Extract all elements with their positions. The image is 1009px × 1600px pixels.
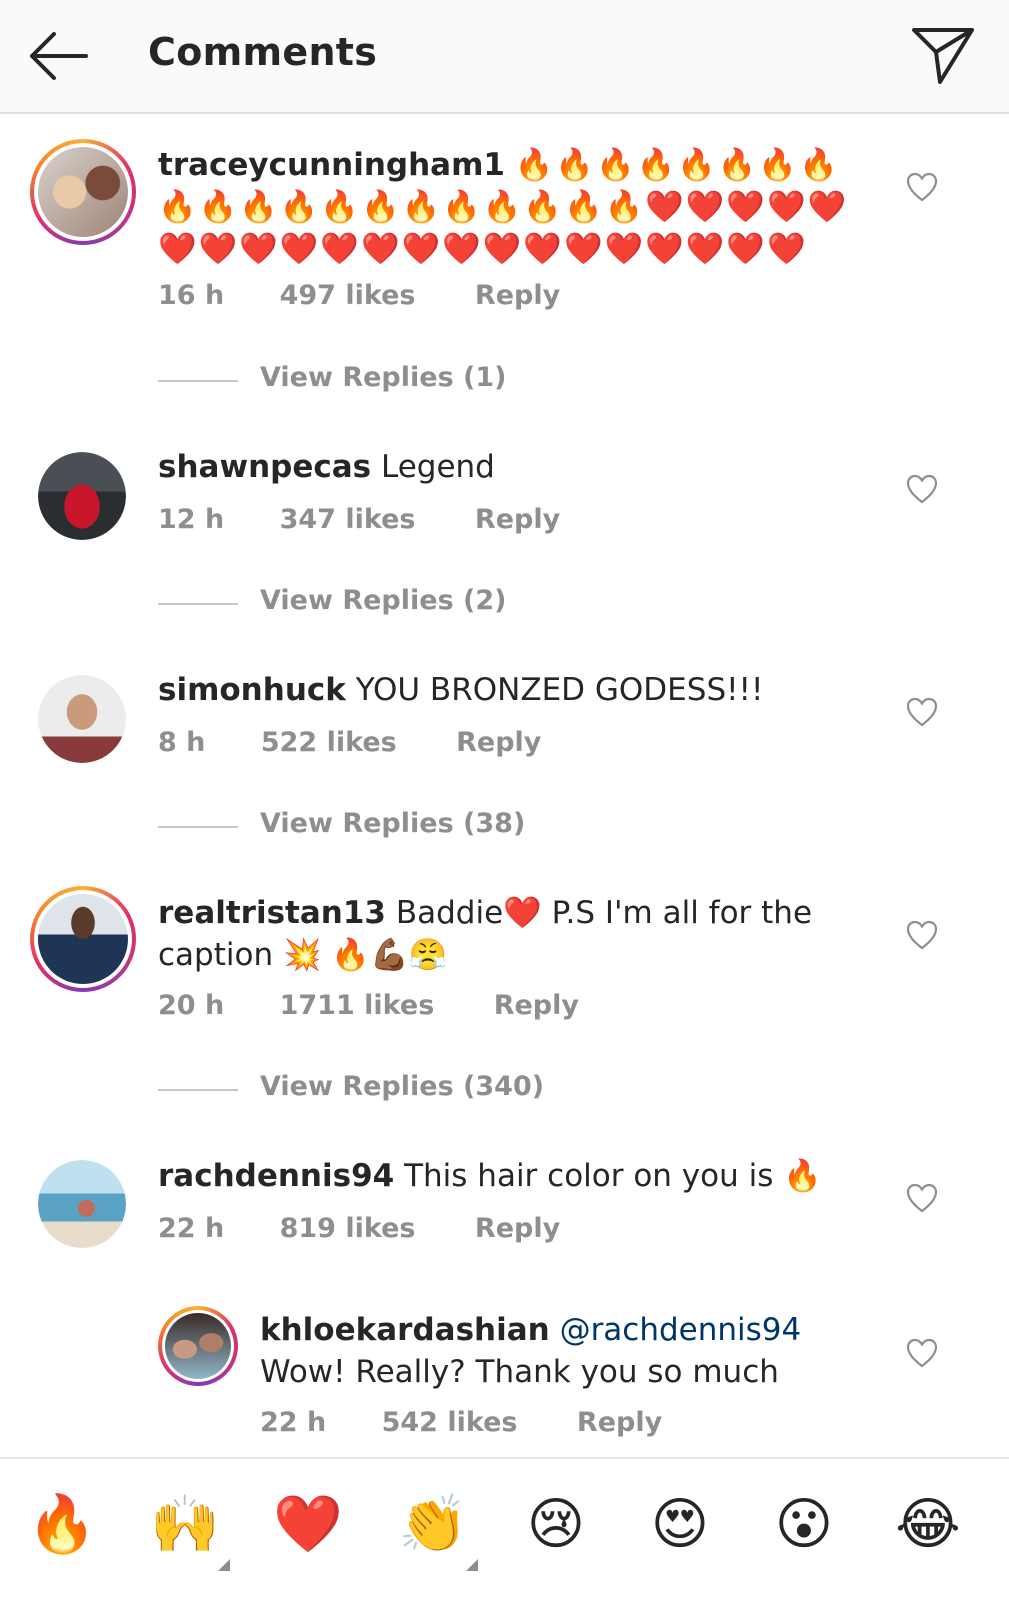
reply-button[interactable]: Reply [475, 504, 560, 535]
comment-username[interactable]: khloekardashian [260, 1312, 550, 1348]
comment-username[interactable]: rachdennis94 [158, 1158, 394, 1194]
reply-button[interactable]: Reply [577, 1407, 662, 1438]
avatar[interactable] [38, 452, 126, 540]
like-heart-icon[interactable] [906, 474, 938, 504]
reply-button[interactable]: Reply [475, 280, 560, 311]
laughing-emoji-button[interactable]: 😂 [888, 1485, 968, 1565]
comment-likes[interactable]: 497 likes [280, 280, 416, 311]
comment-likes[interactable]: 522 likes [261, 727, 397, 758]
like-heart-icon[interactable] [906, 920, 938, 950]
clapping-emoji-button[interactable]: 👏 [393, 1485, 473, 1565]
fire-emoji-button[interactable]: 🔥 [22, 1485, 102, 1565]
heart-emoji-button[interactable]: ❤️ [268, 1485, 348, 1565]
avatar[interactable] [158, 1306, 238, 1386]
comment-likes[interactable]: 819 likes [280, 1213, 416, 1244]
emoji-quick-bar: 🔥 🙌 ❤️ 👏 😢 😍 😮 😂 [0, 1457, 1009, 1600]
comment-username[interactable]: realtristan13 [158, 895, 386, 931]
reply-button[interactable]: Reply [456, 727, 541, 758]
like-heart-icon[interactable] [906, 1338, 938, 1368]
skin-tone-indicator [218, 1559, 230, 1571]
comment-username[interactable]: traceycunningham1 [158, 147, 505, 183]
reply-button[interactable]: Reply [494, 990, 579, 1021]
avatar[interactable] [38, 675, 126, 763]
comment-username[interactable]: shawnpecas [158, 449, 371, 485]
comment-time: 16 h [158, 280, 225, 311]
view-replies-label: View Replies (38) [260, 808, 526, 839]
divider-line [158, 603, 238, 605]
comment-time: 22 h [260, 1407, 327, 1438]
crying-emoji-button[interactable]: 😢 [516, 1485, 596, 1565]
view-replies-label: View Replies (340) [260, 1071, 545, 1102]
comment-likes[interactable]: 542 likes [382, 1407, 518, 1438]
comment-time: 12 h [158, 504, 225, 535]
divider-line [158, 380, 238, 382]
comment-text: YOU BRONZED GODESS!!! [355, 672, 764, 708]
comment-likes[interactable]: 347 likes [280, 504, 416, 535]
divider-line [158, 826, 238, 828]
avatar[interactable] [38, 1160, 126, 1248]
avatar[interactable] [30, 886, 136, 992]
view-replies-label: View Replies (2) [260, 585, 507, 616]
comment-time: 22 h [158, 1213, 225, 1244]
comment-text: Wow! Really? Thank you so much [260, 1354, 779, 1390]
comment-time: 8 h [158, 727, 206, 758]
like-heart-icon[interactable] [906, 1183, 938, 1213]
top-bar: Comments [0, 0, 1009, 114]
comment-likes[interactable]: 1711 likes [280, 990, 435, 1021]
divider-line [158, 1089, 238, 1091]
like-heart-icon[interactable] [906, 172, 938, 202]
like-heart-icon[interactable] [906, 697, 938, 727]
avatar[interactable] [30, 139, 136, 245]
direct-send-icon[interactable] [910, 24, 976, 88]
reply-button[interactable]: Reply [475, 1213, 560, 1244]
comment-time: 20 h [158, 990, 225, 1021]
view-replies-label: View Replies (1) [260, 362, 507, 393]
heart-eyes-emoji-button[interactable]: 😍 [640, 1485, 720, 1565]
mention-link[interactable]: @rachdennis94 [560, 1312, 802, 1348]
raising-hands-emoji-button[interactable]: 🙌 [145, 1485, 225, 1565]
surprised-emoji-button[interactable]: 😮 [764, 1485, 844, 1565]
comment-text: Legend [380, 449, 495, 485]
skin-tone-indicator [466, 1559, 478, 1571]
back-arrow-icon[interactable] [24, 26, 94, 86]
page-title: Comments [148, 30, 378, 74]
comment-username[interactable]: simonhuck [158, 672, 346, 708]
comment-text: This hair color on you is 🔥 [404, 1158, 822, 1194]
